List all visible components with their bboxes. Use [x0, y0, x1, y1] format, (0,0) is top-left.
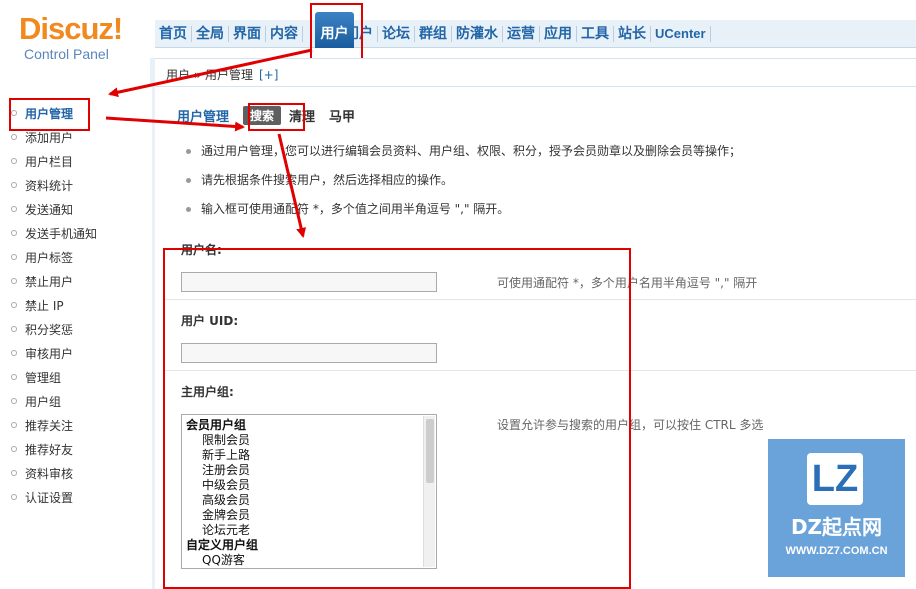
- nav-item-style[interactable]: 界面: [229, 26, 266, 42]
- sidebar-item-verify-settings[interactable]: 认证设置: [11, 488, 73, 506]
- sidebar: 用户管理 添加用户 用户栏目 资料统计 发送通知 发送手机通知 用户标签 禁止用…: [0, 87, 152, 589]
- top-nav: 首页 全局 界面 内容 门户 论坛 群组 防灌水 运营 应用 工具 站长 UCe…: [155, 20, 711, 48]
- sidebar-item-label: 管理组: [25, 370, 62, 385]
- tip-text: 通过用户管理，您可以进行编辑会员资料、用户组、权限、积分，授予会员勋章以及删除会…: [201, 144, 742, 158]
- nav-item-global[interactable]: 全局: [192, 26, 229, 42]
- sidebar-item-profile-review[interactable]: 资料审核: [11, 464, 73, 482]
- bullet-icon: [11, 494, 17, 500]
- watermark-badge: LZ: [807, 453, 863, 505]
- bullet-icon: [11, 230, 17, 236]
- sidebar-item-send-sms[interactable]: 发送手机通知: [11, 224, 97, 242]
- sidebar-item-label: 禁止用户: [25, 274, 74, 289]
- sidebar-item-recommend-friends[interactable]: 推荐好友: [11, 440, 73, 458]
- bullet-icon: [11, 398, 17, 404]
- watermark-title: DZ起点网: [790, 515, 883, 539]
- sidebar-item-moderate-users[interactable]: 审核用户: [11, 344, 73, 362]
- bullet-icon: [11, 182, 17, 188]
- tip-item: 请先根据条件搜索用户，然后选择相应的操作。: [186, 171, 453, 188]
- discuz-logo[interactable]: Discuz! Control Panel: [19, 11, 123, 63]
- highlight-box-sidebar: [9, 98, 90, 131]
- sidebar-item-ban-user[interactable]: 禁止用户: [11, 272, 73, 290]
- bullet-icon: [11, 302, 17, 308]
- sidebar-item-label: 积分奖惩: [25, 322, 74, 337]
- tip-text: 输入框可使用通配符 *，多个值之间用半角逗号 "," 隔开。: [201, 202, 510, 216]
- sidebar-item-admin-groups[interactable]: 管理组: [11, 368, 61, 386]
- nav-item-home[interactable]: 首页: [155, 26, 192, 42]
- bullet-icon: [11, 350, 17, 356]
- bullet-icon: [186, 207, 191, 212]
- sidebar-item-label: 推荐好友: [25, 442, 74, 457]
- nav-item-founder[interactable]: 站长: [614, 26, 651, 42]
- bullet-icon: [11, 374, 17, 380]
- nav-item-apps[interactable]: 应用: [540, 26, 577, 42]
- bullet-icon: [186, 178, 191, 183]
- sidebar-item-label: 发送通知: [25, 202, 74, 217]
- sidebar-item-label: 用户标签: [25, 250, 74, 265]
- top-nav-bar: 首页 全局 界面 内容 门户 论坛 群组 防灌水 运营 应用 工具 站长 UCe…: [155, 20, 916, 48]
- sidebar-item-label: 用户栏目: [25, 154, 74, 169]
- watermark-url: WWW.DZ7.COM.CN: [785, 545, 888, 557]
- breadcrumb-bar: 用户 » 用户管理 [+]: [155, 58, 916, 87]
- sidebar-item-send-notice[interactable]: 发送通知: [11, 200, 73, 218]
- sidebar-item-ban-ip[interactable]: 禁止 IP: [11, 296, 64, 314]
- sidebar-item-label: 认证设置: [25, 490, 74, 505]
- sidebar-item-label: 用户组: [25, 394, 62, 409]
- highlight-box-form: [163, 248, 631, 589]
- logo-main-text: Discuz!: [19, 11, 123, 46]
- tip-text: 请先根据条件搜索用户，然后选择相应的操作。: [201, 173, 454, 187]
- tab-majia[interactable]: 马甲: [329, 106, 355, 125]
- breadcrumb-add-button[interactable]: [+]: [259, 68, 278, 82]
- sidebar-item-profile-stats[interactable]: 资料统计: [11, 176, 73, 194]
- nav-item-operation[interactable]: 运营: [503, 26, 540, 42]
- logo-sub-text: Control Panel: [24, 46, 109, 62]
- bullet-icon: [11, 278, 17, 284]
- sidebar-item-label: 资料审核: [25, 466, 74, 481]
- sidebar-item-label: 发送手机通知: [25, 226, 98, 241]
- watermark-logo: LZ DZ起点网 WWW.DZ7.COM.CN: [768, 439, 905, 577]
- nav-item-forum[interactable]: 论坛: [378, 26, 415, 42]
- breadcrumb: 用户 » 用户管理 [+]: [166, 66, 278, 83]
- sidebar-item-label: 添加用户: [25, 130, 74, 145]
- nav-item-content[interactable]: 内容: [266, 26, 303, 42]
- nav-item-tools[interactable]: 工具: [577, 26, 614, 42]
- sidebar-item-user-columns[interactable]: 用户栏目: [11, 152, 73, 170]
- tip-item: 输入框可使用通配符 *，多个值之间用半角逗号 "," 隔开。: [186, 200, 509, 217]
- nav-item-antispam[interactable]: 防灌水: [452, 26, 503, 42]
- bullet-icon: [186, 149, 191, 154]
- sidebar-item-label: 推荐关注: [25, 418, 74, 433]
- bullet-icon: [11, 470, 17, 476]
- tip-item: 通过用户管理，您可以进行编辑会员资料、用户组、权限、积分，授予会员勋章以及删除会…: [186, 142, 741, 159]
- bullet-icon: [11, 206, 17, 212]
- bullet-icon: [11, 326, 17, 332]
- nav-item-ucenter[interactable]: UCenter: [651, 26, 711, 42]
- breadcrumb-path: 用户 » 用户管理: [166, 68, 253, 82]
- bullet-icon: [11, 134, 17, 140]
- sidebar-item-label: 审核用户: [25, 346, 74, 361]
- nav-item-group[interactable]: 群组: [415, 26, 452, 42]
- sidebar-item-recommend-follow[interactable]: 推荐关注: [11, 416, 73, 434]
- bullet-icon: [11, 422, 17, 428]
- sidebar-item-user-tags[interactable]: 用户标签: [11, 248, 73, 266]
- bullet-icon: [11, 446, 17, 452]
- sidebar-item-label: 资料统计: [25, 178, 74, 193]
- sidebar-item-credits[interactable]: 积分奖惩: [11, 320, 73, 338]
- highlight-box-nav-users: [310, 3, 363, 65]
- sidebar-item-user-groups[interactable]: 用户组: [11, 392, 61, 410]
- bullet-icon: [11, 158, 17, 164]
- sidebar-item-label: 禁止 IP: [25, 298, 64, 313]
- bullet-icon: [11, 254, 17, 260]
- tab-user-manage[interactable]: 用户管理: [177, 106, 229, 125]
- highlight-box-search-tab: [248, 103, 305, 131]
